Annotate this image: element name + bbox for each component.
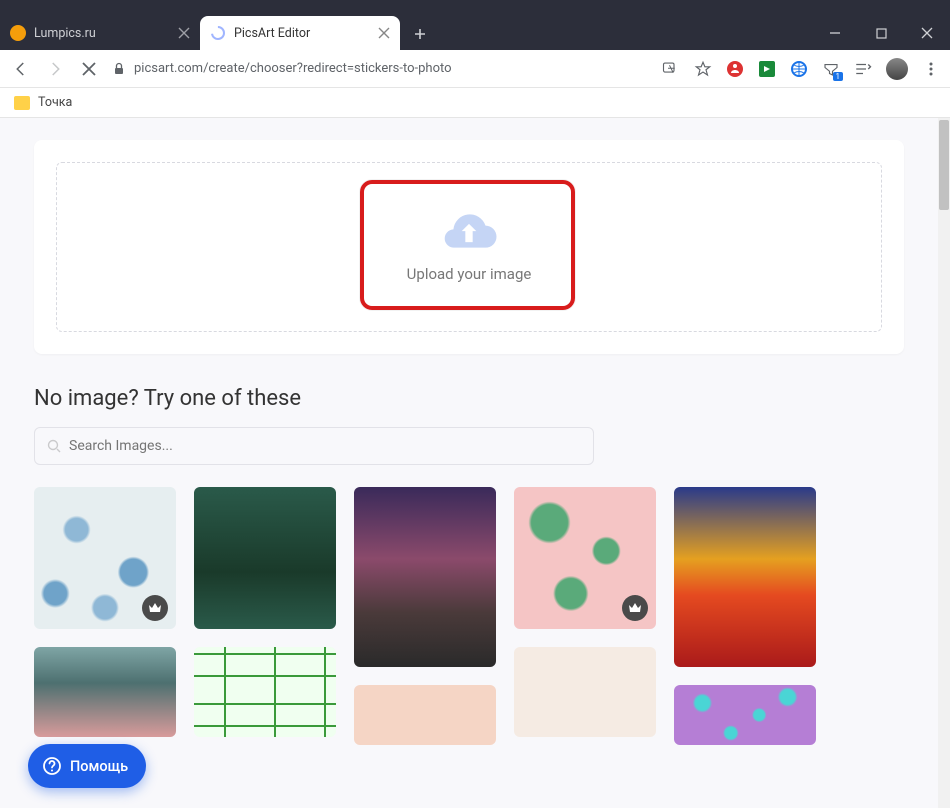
back-button[interactable]	[10, 58, 32, 80]
tab-title: Lumpics.ru	[34, 26, 96, 41]
upload-dropzone[interactable]: Upload your image	[56, 162, 882, 332]
extension-icon-3[interactable]	[790, 60, 808, 78]
profile-avatar[interactable]	[886, 58, 908, 80]
sample-images-section: No image? Try one of these	[34, 386, 904, 465]
url-text: picsart.com/create/chooser?redirect=stic…	[134, 61, 452, 76]
translate-icon[interactable]	[662, 60, 680, 78]
help-icon	[42, 756, 62, 776]
browser-tab-lumpics[interactable]: Lumpics.ru	[0, 16, 200, 50]
gallery-thumb[interactable]	[194, 487, 336, 629]
extension-icon-2[interactable]	[758, 60, 776, 78]
gallery-thumb[interactable]	[354, 487, 496, 667]
new-tab-button[interactable]	[406, 20, 434, 48]
search-box[interactable]	[34, 427, 594, 465]
help-label: Помощь	[70, 758, 128, 775]
window-titlebar: Lumpics.ru PicsArt Editor	[0, 0, 950, 50]
section-heading: No image? Try one of these	[34, 386, 904, 411]
loading-spinner-icon	[210, 25, 226, 41]
address-bar: picsart.com/create/chooser?redirect=stic…	[0, 50, 950, 88]
lock-icon	[112, 62, 126, 76]
minimize-button[interactable]	[812, 16, 858, 50]
star-icon[interactable]	[694, 60, 712, 78]
tab-title: PicsArt Editor	[234, 26, 310, 41]
search-icon	[47, 439, 61, 453]
menu-icon[interactable]	[922, 60, 940, 78]
forward-button[interactable]	[44, 58, 66, 80]
gallery-thumb[interactable]	[34, 487, 176, 629]
premium-badge-icon	[142, 595, 168, 621]
gallery-thumb[interactable]	[514, 647, 656, 737]
search-input[interactable]	[69, 438, 581, 454]
premium-badge-icon	[622, 595, 648, 621]
maximize-button[interactable]	[858, 16, 904, 50]
gallery-thumb[interactable]	[674, 487, 816, 667]
extension-icon-1[interactable]	[726, 60, 744, 78]
url-field[interactable]: picsart.com/create/chooser?redirect=stic…	[112, 61, 650, 76]
close-icon[interactable]	[378, 27, 390, 39]
gallery-thumb[interactable]	[34, 647, 176, 737]
favicon-icon	[10, 25, 26, 41]
gallery-thumb[interactable]	[514, 487, 656, 629]
scrollbar-thumb[interactable]	[939, 120, 949, 210]
bookmark-item[interactable]: Точка	[38, 95, 72, 110]
gallery-thumb[interactable]	[674, 685, 816, 745]
upload-card: Upload your image	[34, 140, 904, 354]
extension-icon-4[interactable]: 1	[822, 60, 840, 78]
upload-label: Upload your image	[407, 265, 532, 283]
scrollbar[interactable]	[938, 118, 950, 808]
gallery-thumb[interactable]	[194, 647, 336, 737]
page-content: Upload your image No image? Try one of t…	[0, 118, 938, 808]
close-window-button[interactable]	[904, 16, 950, 50]
cloud-upload-icon	[439, 211, 499, 255]
folder-icon	[14, 96, 30, 110]
close-icon[interactable]	[178, 27, 190, 39]
bookmarks-bar: Точка	[0, 88, 950, 118]
image-gallery	[34, 487, 904, 745]
reading-list-icon[interactable]	[854, 60, 872, 78]
help-button[interactable]: Помощь	[28, 744, 146, 788]
gallery-thumb[interactable]	[354, 685, 496, 745]
stop-reload-button[interactable]	[78, 58, 100, 80]
browser-tab-picsart[interactable]: PicsArt Editor	[200, 16, 400, 50]
